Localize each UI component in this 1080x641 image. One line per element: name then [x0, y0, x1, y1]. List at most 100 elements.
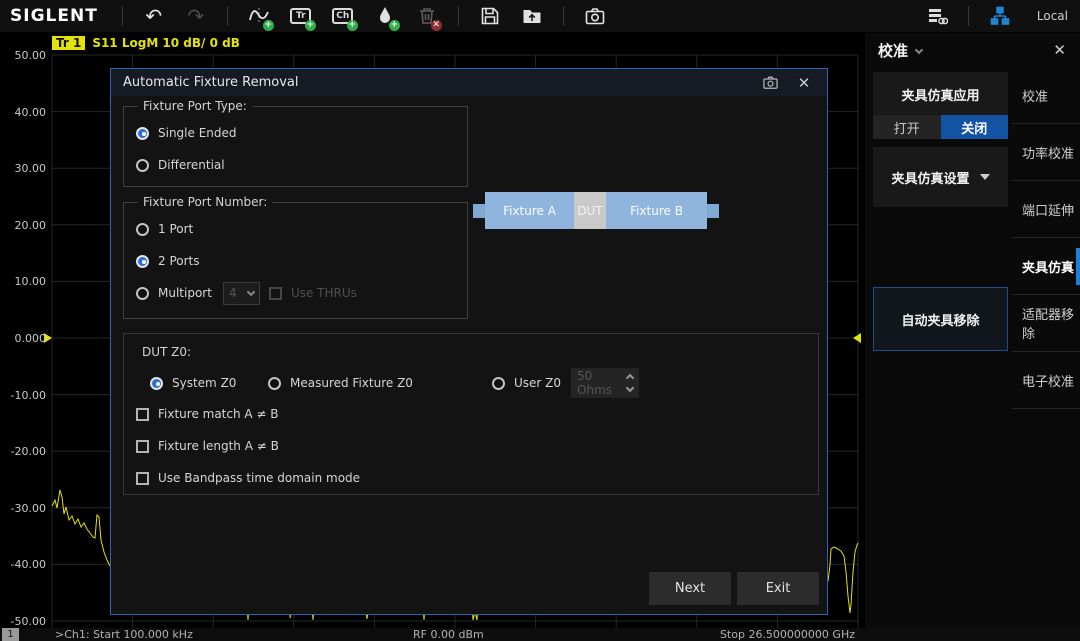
toggle-off-button[interactable]: 关闭: [940, 115, 1008, 139]
dut-block: DUT: [574, 192, 606, 229]
y-axis-tick-label: 10.00: [14, 275, 47, 289]
toolbar-separator: [121, 6, 123, 26]
dialog-close-icon[interactable]: ✕: [793, 72, 815, 94]
add-trace-icon[interactable]: Tr +: [288, 3, 316, 31]
y-axis-tick-label: 0.000: [14, 332, 47, 345]
spin-down-icon[interactable]: [625, 383, 635, 393]
radio-button[interactable]: [136, 126, 149, 140]
menu-item-calibration[interactable]: 校准: [1012, 67, 1080, 124]
sidebar-header[interactable]: 校准: [878, 40, 924, 61]
siglent-logo: SIGLENT: [10, 6, 98, 26]
fixture-port-type-group: Fixture Port Type: Single Ended Differen…: [123, 99, 468, 187]
use-thrus-checkbox[interactable]: [268, 286, 282, 300]
dialog-screenshot-icon[interactable]: [759, 72, 781, 94]
chevron-down-icon: [914, 45, 924, 54]
multiport-count-select[interactable]: 4: [222, 281, 260, 305]
y-axis-tick-label: 20.00: [14, 218, 47, 232]
trace-number-badge[interactable]: Tr 1: [52, 36, 86, 50]
menu-item-ecal[interactable]: 电子校准: [1012, 352, 1080, 409]
main-area: 50.00 40.00 30.00 20.00 10.00 0.000 -10.00 -20.…: [0, 33, 1080, 628]
y-axis-tick-label: -20.00: [10, 445, 46, 459]
local-status-label: Local: [1036, 9, 1068, 23]
toolbar-separator: [226, 6, 228, 26]
fixture-port-number-group: Fixture Port Number: 1 Port 2 Ports Mult…: [123, 195, 468, 319]
radio-measured-fixture-z0[interactable]: [268, 376, 281, 390]
dut-z0-group: DUT Z0: System Z0 Measured Fixture Z0 Us…: [123, 333, 819, 495]
use-thrus-label: Use THRUs: [290, 286, 357, 300]
open-icon[interactable]: [519, 3, 545, 29]
radio-1-port[interactable]: 1 Port: [136, 213, 455, 245]
bandpass-mode-checkbox-row[interactable]: Use Bandpass time domain mode: [136, 468, 360, 488]
radio-multiport[interactable]: Multiport 4 Use THRUs: [136, 277, 455, 309]
status-bar: 1 >Ch1: Start 100.000 kHz RF 0.00 dBm St…: [0, 628, 1080, 641]
radio-button[interactable]: [136, 254, 149, 268]
toolbar-separator: [562, 6, 564, 26]
fixture-match-checkbox[interactable]: [136, 407, 149, 421]
fixture-length-checkbox[interactable]: [136, 439, 149, 453]
trace-header: Tr 1 S11 LogM 10 dB/ 0 dB: [52, 36, 240, 50]
y-axis-tick-label: -40.00: [10, 558, 46, 572]
y-axis-tick-label: 50.00: [14, 49, 47, 62]
network-icon[interactable]: [987, 3, 1013, 29]
stop-frequency-label: Stop 26.500000000 GHz: [719, 628, 855, 641]
y-axis-tick-label: -50.00: [10, 615, 46, 628]
bandpass-mode-checkbox[interactable]: [136, 471, 149, 485]
automatic-fixture-removal-dialog: Automatic Fixture Removal ✕ Fixture Port…: [110, 68, 828, 615]
redo-icon[interactable]: ↷: [183, 3, 209, 29]
display-setup-icon[interactable]: [924, 3, 950, 29]
radio-system-z0[interactable]: [150, 376, 163, 390]
exit-button[interactable]: Exit: [737, 572, 819, 605]
undo-icon[interactable]: ↶: [141, 3, 167, 29]
dut-z0-label: DUT Z0:: [142, 345, 192, 359]
radio-2-ports[interactable]: 2 Ports: [136, 245, 455, 277]
fixture-port-number-legend: Fixture Port Number:: [143, 195, 268, 209]
fixture-sim-app-box: 夹具仿真应用 打开 关闭: [873, 72, 1008, 139]
radio-single-ended[interactable]: Single Ended: [136, 117, 455, 149]
fixture-dut-diagram: Fixture A DUT Fixture B: [473, 192, 719, 229]
chevron-down-icon: [246, 287, 256, 296]
auto-fixture-removal-button[interactable]: 自动夹具移除: [873, 287, 1008, 351]
y-axis-tick-label: 30.00: [14, 162, 47, 176]
radio-button[interactable]: [136, 222, 149, 236]
add-marker-icon[interactable]: +: [372, 3, 400, 31]
add-channel-icon[interactable]: Ch +: [330, 3, 358, 31]
radio-button[interactable]: [136, 286, 149, 300]
user-z0-input[interactable]: 50 Ohms: [571, 368, 640, 398]
screenshot-icon[interactable]: [582, 3, 608, 29]
save-icon[interactable]: [477, 3, 503, 29]
menu-item-port-extension[interactable]: 端口延伸: [1012, 181, 1080, 238]
fixture-length-checkbox-row[interactable]: Fixture length A ≠ B: [136, 436, 279, 456]
dialog-title: Automatic Fixture Removal: [123, 75, 299, 90]
next-button[interactable]: Next: [649, 572, 731, 605]
sidebar-close-icon[interactable]: ✕: [1053, 41, 1066, 59]
fixture-sim-toggle: 打开 关闭: [873, 115, 1008, 139]
top-toolbar: SIGLENT ↶ ↷ + Tr + Ch + + ✕ Local: [0, 0, 1080, 33]
radio-button[interactable]: [136, 158, 149, 172]
fixture-port-type-legend: Fixture Port Type:: [143, 99, 247, 113]
channel-start-label: >Ch1: Start 100.000 kHz: [55, 628, 193, 641]
radio-differential[interactable]: Differential: [136, 149, 455, 181]
calibration-sidebar: 校准 ✕ 夹具仿真应用 打开 关闭 夹具仿真设置 自动夹具移除 校准 功率校准 …: [865, 33, 1080, 628]
channel-badge[interactable]: 1: [2, 628, 19, 641]
menu-item-power-cal[interactable]: 功率校准: [1012, 124, 1080, 181]
spin-up-icon[interactable]: [625, 373, 635, 383]
menu-item-fixture-sim[interactable]: 夹具仿真: [1012, 238, 1080, 295]
trace-settings-label: S11 LogM 10 dB/ 0 dB: [92, 36, 240, 50]
dialog-title-bar[interactable]: Automatic Fixture Removal ✕: [111, 69, 827, 96]
fixture-sim-settings-button[interactable]: 夹具仿真设置: [873, 147, 1008, 207]
y-axis-tick-label: -30.00: [10, 501, 46, 515]
fixture-b-block: Fixture B: [606, 192, 707, 229]
y-axis-tick-label: 40.00: [14, 105, 47, 119]
radio-user-z0[interactable]: [492, 376, 505, 390]
sidebar-title: 校准: [878, 42, 909, 60]
delete-icon[interactable]: ✕: [414, 3, 442, 31]
toolbar-separator: [457, 6, 459, 26]
fixture-match-checkbox-row[interactable]: Fixture match A ≠ B: [136, 404, 279, 424]
toggle-on-button[interactable]: 打开: [873, 115, 941, 139]
sidebar-menu: 校准 功率校准 端口延伸 夹具仿真 适配器移除 电子校准: [1012, 67, 1080, 409]
rf-power-label: RF 0.00 dBm: [413, 628, 484, 641]
port-connector-left: [473, 203, 485, 218]
port-connector-right: [707, 203, 719, 218]
menu-item-adapter-removal[interactable]: 适配器移除: [1012, 295, 1080, 352]
add-trace-curve-icon[interactable]: +: [246, 3, 274, 31]
